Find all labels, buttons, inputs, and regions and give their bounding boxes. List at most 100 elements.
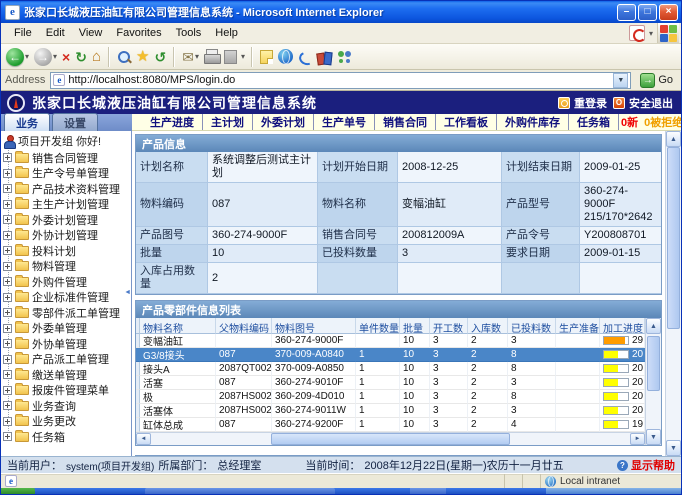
tab-settings[interactable]: 设置 — [52, 113, 98, 131]
adobe-pdf-icon[interactable] — [629, 25, 645, 41]
msn-button[interactable] — [277, 48, 294, 65]
expand-icon[interactable] — [3, 293, 12, 302]
tree-item[interactable]: 主生产计划管理 — [3, 197, 131, 213]
start-button[interactable] — [1, 488, 35, 494]
parts-table-row[interactable]: 极2087HS002 360-209-4D0101 103 28 20 % — [136, 390, 645, 404]
expand-icon[interactable] — [3, 417, 12, 426]
tree-item[interactable]: 外协计划管理 — [3, 228, 131, 244]
mail-dropdown-icon[interactable]: ▾ — [195, 52, 199, 61]
nav-menu-item[interactable]: 外委计划 — [253, 114, 314, 130]
print-button[interactable] — [203, 49, 220, 65]
scroll-up-icon[interactable]: ▲ — [646, 318, 661, 334]
menu-item[interactable]: Edit — [39, 25, 72, 41]
parts-hscrollbar[interactable]: ◄ ► — [136, 432, 645, 445]
vscroll-thumb[interactable] — [647, 336, 660, 391]
vscroll-thumb[interactable] — [667, 147, 680, 329]
parts-table-row[interactable]: G3/8接头087 370-009-A08401 103 28 20 % — [136, 348, 645, 362]
quick-link-button[interactable] — [297, 49, 313, 65]
column-header[interactable]: 入库数 — [468, 318, 508, 334]
expand-icon[interactable] — [3, 339, 12, 348]
expand-icon[interactable] — [3, 386, 12, 395]
logout-button[interactable]: O 安全退出 — [613, 95, 673, 111]
scroll-up-icon[interactable]: ▲ — [666, 131, 681, 147]
menu-item[interactable]: View — [72, 25, 110, 41]
hscroll-thumb[interactable] — [271, 433, 511, 445]
expand-icon[interactable] — [3, 215, 12, 224]
research-button[interactable] — [316, 48, 333, 65]
tree-item[interactable]: 外委计划管理 — [3, 212, 131, 228]
expand-icon[interactable] — [3, 200, 12, 209]
expand-icon[interactable] — [3, 324, 12, 333]
search-button[interactable] — [116, 49, 132, 65]
expand-icon[interactable] — [3, 153, 12, 162]
expand-icon[interactable] — [3, 401, 12, 410]
nav-menu-item[interactable]: 主计划 — [203, 114, 253, 130]
tree-item[interactable]: 零部件派工单管理 — [3, 305, 131, 321]
adobe-dropdown-icon[interactable]: ▾ — [649, 29, 653, 38]
tree-item[interactable]: 投料计划 — [3, 243, 131, 259]
tree-item[interactable]: 任务箱 — [3, 429, 131, 445]
tree-item[interactable]: 产品派工单管理 — [3, 352, 131, 368]
taskbar-button[interactable] — [145, 488, 335, 494]
parts-table-row[interactable]: 接头A2087QT002 370-009-A08501 103 28 20 % — [136, 362, 645, 376]
tree-item[interactable]: 企业标准件管理 — [3, 290, 131, 306]
taskbox-new-badge[interactable]: 0新 — [621, 114, 638, 130]
maximize-button[interactable]: □ — [638, 4, 657, 21]
expand-icon[interactable] — [3, 231, 12, 240]
scroll-left-icon[interactable]: ◄ — [136, 433, 151, 445]
messenger-button[interactable] — [336, 49, 354, 65]
expand-icon[interactable] — [3, 246, 12, 255]
nav-menu-item[interactable]: 销售合同 — [375, 114, 436, 130]
expand-icon[interactable] — [3, 355, 12, 364]
tree-item[interactable]: 外委单管理 — [3, 321, 131, 337]
stop-button[interactable]: × — [61, 49, 71, 65]
tree-item[interactable]: 业务更改 — [3, 414, 131, 430]
tree-item[interactable]: 外协单管理 — [3, 336, 131, 352]
parts-vscrollbar[interactable]: ▲ ▼ — [645, 318, 661, 445]
menu-item[interactable]: Help — [208, 25, 245, 41]
nav-menu-item[interactable]: 外购件库存 — [497, 114, 569, 130]
taskbox-rejected-badge[interactable]: 0被拒绝 — [644, 114, 682, 130]
scroll-right-icon[interactable]: ► — [630, 433, 645, 445]
show-help-button[interactable]: ? 显示帮助 — [617, 457, 675, 473]
tree-item[interactable]: 产品技术资料管理 — [3, 181, 131, 197]
refresh-button[interactable]: ↻ — [74, 49, 88, 65]
back-dropdown-icon[interactable]: ▾ — [25, 52, 29, 61]
home-button[interactable]: ⌂ — [91, 48, 102, 65]
edit-dropdown-icon[interactable]: ▾ — [241, 52, 245, 61]
menu-item[interactable]: File — [7, 25, 39, 41]
menu-item[interactable]: Tools — [169, 25, 209, 41]
column-header[interactable]: 生产准备 — [556, 318, 600, 334]
column-header[interactable]: 开工数 — [430, 318, 468, 334]
tree-item[interactable]: 销售合同管理 — [3, 150, 131, 166]
tree-item[interactable]: 生产令号单管理 — [3, 166, 131, 182]
back-button[interactable]: ← ▾ — [5, 47, 30, 67]
sidebar-collapse-handle[interactable]: ◄ — [124, 289, 131, 296]
forward-dropdown-icon[interactable]: ▾ — [53, 52, 57, 61]
tree-item[interactable]: 物料管理 — [3, 259, 131, 275]
address-input[interactable]: e http://localhost:8080/MPS/login.do ▼ — [50, 72, 631, 89]
column-header[interactable]: 物料名称 — [140, 318, 216, 334]
expand-icon[interactable] — [3, 262, 12, 271]
address-dropdown-button[interactable]: ▼ — [613, 73, 628, 88]
nav-menu-item[interactable]: 任务箱 — [569, 114, 619, 130]
parts-table-row[interactable]: 活塞087 360-274-9010F1 103 23 20 % — [136, 376, 645, 390]
column-header[interactable]: 批量 — [400, 318, 430, 334]
expand-icon[interactable] — [3, 370, 12, 379]
tree-item[interactable]: 外购件管理 — [3, 274, 131, 290]
column-header[interactable]: 物料图号 — [272, 318, 356, 334]
forward-button[interactable]: → ▾ — [33, 47, 58, 67]
expand-icon[interactable] — [3, 169, 12, 178]
notes-button[interactable] — [259, 49, 274, 65]
parts-table-row[interactable]: 变幅油缸 360-274-9000F 103 23 29 % — [136, 334, 645, 348]
tree-item[interactable]: 业务查询 — [3, 398, 131, 414]
nav-menu-item[interactable]: 生产进度 — [142, 114, 203, 130]
parts-table-row[interactable]: 缸体总成087 360-274-9200F1 103 24 19 % — [136, 418, 645, 432]
expand-icon[interactable] — [3, 308, 12, 317]
nav-menu-item[interactable]: 工作看板 — [436, 114, 497, 130]
tab-business[interactable]: 业务 — [4, 113, 50, 131]
column-header[interactable]: 已投料数 — [508, 318, 556, 334]
expand-icon[interactable] — [3, 432, 12, 441]
column-header[interactable]: 父物料编码 — [216, 318, 272, 334]
expand-icon[interactable] — [3, 277, 12, 286]
